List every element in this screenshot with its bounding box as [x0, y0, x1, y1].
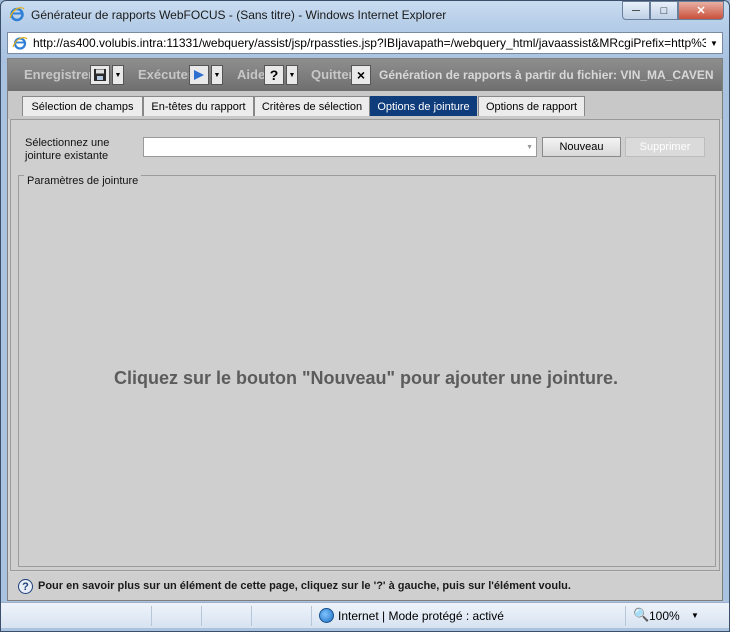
status-divider [201, 606, 202, 626]
empty-state-hint: Cliquez sur le bouton "Nouveau" pour ajo… [113, 368, 619, 388]
save-disk-icon[interactable] [90, 65, 110, 85]
status-divider [251, 606, 252, 626]
delete-join-button[interactable]: Supprimer [625, 137, 705, 157]
run-icon[interactable] [189, 65, 209, 85]
quit-label[interactable]: Quitter [311, 67, 354, 82]
address-dropdown-icon[interactable]: ▼ [706, 33, 722, 53]
quit-close-icon[interactable]: × [351, 65, 371, 85]
title-bar: Générateur de rapports WebFOCUS - (Sans … [1, 1, 729, 29]
floppy-icon [94, 69, 106, 81]
security-zone-text[interactable]: Internet | Mode protégé : activé [338, 609, 504, 623]
address-bar[interactable]: http://as400.volubis.intra:11331/webquer… [7, 32, 723, 54]
new-join-button[interactable]: Nouveau [542, 137, 621, 157]
status-bar: Internet | Mode protégé : activé 🔍 100% … [1, 602, 729, 628]
help-circle-icon[interactable]: ? [18, 579, 33, 594]
status-divider [311, 606, 312, 626]
tab-bar: Sélection de champs En-têtes du rapport … [8, 91, 722, 119]
tab-report-options[interactable]: Options de rapport [478, 96, 585, 116]
existing-join-select[interactable]: ▼ [143, 137, 537, 157]
app-toolbar: Enregistrer ▼ Exécuter ▼ Aide ? ▼ Quitte… [8, 59, 722, 91]
help-dropdown-icon[interactable]: ▼ [286, 65, 298, 85]
existing-join-label-line1: Sélectionnez une [25, 137, 110, 149]
status-divider [151, 606, 152, 626]
tab-field-selection[interactable]: Sélection de champs [22, 96, 143, 116]
status-divider [625, 606, 626, 626]
page-content: Enregistrer ▼ Exécuter ▼ Aide ? ▼ Quitte… [7, 58, 723, 601]
internet-explorer-icon [9, 7, 25, 22]
generation-source-text: Génération de rapports à partir du fichi… [379, 68, 714, 82]
zoom-dropdown-icon[interactable]: ▼ [691, 611, 699, 620]
help-line-text: Pour en savoir plus sur un élément de ce… [38, 580, 571, 592]
help-line: ? Pour en savoir plus sur un élément de … [8, 572, 722, 600]
run-label[interactable]: Exécuter [138, 67, 193, 82]
zoom-magnifier-icon[interactable]: 🔍 [633, 607, 649, 623]
zoom-level[interactable]: 100% [649, 609, 680, 623]
existing-join-label: Sélectionnez une jointure existante [25, 137, 109, 163]
window-title: Générateur de rapports WebFOCUS - (Sans … [31, 8, 447, 22]
globe-icon [319, 608, 334, 623]
help-label[interactable]: Aide [237, 67, 265, 82]
minimize-button[interactable]: ─ [622, 1, 650, 20]
join-parameters-legend: Paramètres de jointure [24, 175, 142, 187]
maximize-button[interactable]: □ [650, 1, 678, 20]
save-dropdown-icon[interactable]: ▼ [112, 65, 124, 85]
help-question-icon[interactable]: ? [264, 65, 284, 85]
tab-report-headers[interactable]: En-têtes du rapport [143, 96, 254, 116]
window-controls: ─ □ ✕ [622, 1, 724, 20]
tab-selection-criteria[interactable]: Critères de sélection [254, 96, 370, 116]
run-dropdown-icon[interactable]: ▼ [211, 65, 223, 85]
select-arrow-icon[interactable]: ▼ [526, 144, 533, 151]
tab-join-options[interactable]: Options de jointure [370, 96, 477, 116]
existing-join-label-line2: jointure existante [25, 150, 109, 162]
close-window-button[interactable]: ✕ [678, 1, 724, 20]
play-arrow-icon [194, 70, 204, 80]
save-label[interactable]: Enregistrer [24, 67, 93, 82]
address-url[interactable]: http://as400.volubis.intra:11331/webquer… [29, 36, 706, 50]
browser-window: Générateur de rapports WebFOCUS - (Sans … [0, 0, 730, 632]
page-icon [12, 37, 28, 50]
